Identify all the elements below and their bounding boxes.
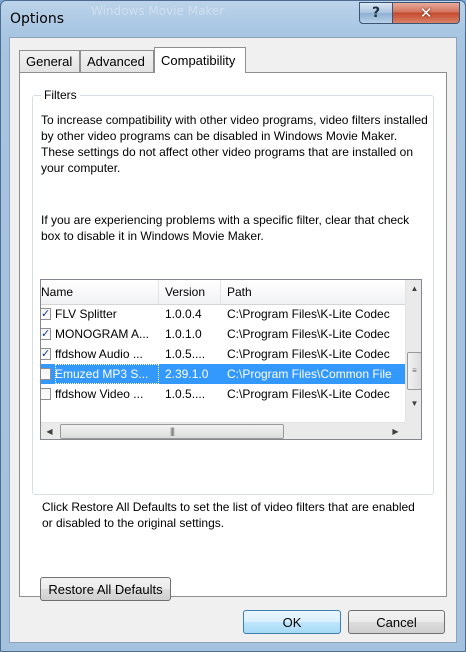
dialog-client-area: General Advanced Compatibility Filters T… (9, 37, 457, 643)
filter-checkbox[interactable] (41, 388, 51, 400)
vertical-scrollbar[interactable]: ▲ ≡ ▼ (405, 280, 421, 422)
cancel-button[interactable]: Cancel (348, 610, 445, 634)
filter-name: Emuzed MP3 S... (55, 364, 159, 384)
list-item[interactable]: ✓ MONOGRAM A... 1.0.1.0 C:\Program Files… (41, 324, 406, 344)
filter-version: 1.0.5.... (165, 347, 206, 361)
column-header-version[interactable]: Version (159, 280, 221, 304)
filter-name: ffdshow Video ... (55, 387, 144, 401)
filter-version: 1.0.5.... (165, 387, 206, 401)
grip-icon: ||| (169, 426, 175, 436)
vertical-scroll-thumb[interactable]: ≡ (407, 352, 421, 390)
restore-all-defaults-button[interactable]: Restore All Defaults (40, 577, 171, 601)
column-label: Name (41, 285, 74, 299)
compatibility-panel: Filters To increase compatibility with o… (19, 72, 447, 601)
filter-path: C:\Program Files\Common File (227, 367, 392, 381)
tab-advanced[interactable]: Advanced (80, 50, 154, 72)
filters-group: Filters To increase compatibility with o… (32, 88, 434, 495)
ok-button[interactable]: OK (243, 610, 341, 634)
close-icon: ✕ (419, 4, 433, 22)
column-label: Path (227, 285, 252, 299)
filter-name: ffdshow Audio ... (55, 347, 143, 361)
tab-label: General (26, 54, 73, 69)
restore-note-text: Click Restore All Defaults to set the li… (42, 500, 415, 530)
filter-checkbox[interactable]: ✓ (41, 308, 51, 320)
help-button[interactable]: ? (359, 2, 393, 24)
filter-checkbox[interactable] (41, 368, 51, 380)
column-header-name[interactable]: Name (41, 280, 159, 304)
help-icon: ? (371, 5, 381, 21)
close-button[interactable]: ✕ (392, 2, 460, 24)
horizontal-scrollbar[interactable]: ◀ ||| ▶ (41, 422, 405, 439)
list-item[interactable]: ✓ FLV Splitter 1.0.0.4 C:\Program Files\… (41, 304, 406, 324)
filter-version: 2.39.1.0 (165, 367, 209, 381)
filters-instructions-text: If you are experiencing problems with a … (41, 213, 410, 243)
list-item[interactable]: ✓ ffdshow Audio ... 1.0.5.... C:\Program… (41, 344, 406, 364)
scroll-left-icon[interactable]: ◀ (41, 423, 58, 439)
scroll-right-icon[interactable]: ▶ (387, 423, 404, 439)
scroll-down-icon[interactable]: ▼ (406, 395, 421, 412)
filter-path: C:\Program Files\K-Lite Codec (227, 327, 390, 341)
options-dialog-window: Windows Movie Maker Options ? ✕ General … (0, 0, 466, 652)
background-window-title: Windows Movie Maker (91, 4, 225, 18)
filter-path: C:\Program Files\K-Lite Codec (227, 387, 390, 401)
filter-version: 1.0.1.0 (165, 327, 202, 341)
tab-label: Compatibility (161, 53, 236, 68)
check-icon: ✓ (41, 308, 51, 320)
horizontal-scroll-thumb[interactable]: ||| (60, 424, 284, 439)
filter-checkbox[interactable]: ✓ (41, 328, 51, 340)
scrollbar-corner (405, 422, 421, 439)
list-item[interactable]: ffdshow Video ... 1.0.5.... C:\Program F… (41, 384, 406, 404)
filter-path: C:\Program Files\K-Lite Codec (227, 347, 390, 361)
column-header-path[interactable]: Path (221, 280, 406, 304)
tab-general[interactable]: General (19, 50, 80, 72)
filter-checkbox[interactable]: ✓ (41, 348, 51, 360)
filters-group-label: Filters (41, 88, 80, 102)
filters-intro-text: To increase compatibility with other vid… (41, 113, 428, 175)
check-icon: ✓ (41, 348, 51, 360)
filter-name: MONOGRAM A... (55, 327, 150, 341)
title-bar[interactable]: Windows Movie Maker Options ? ✕ (1, 1, 465, 37)
filters-list[interactable]: Name Version Path ✓ FLV Splitter 1.0.0.4… (40, 279, 422, 440)
list-item-selected[interactable]: Emuzed MP3 S... 2.39.1.0 C:\Program File… (41, 364, 406, 384)
filter-version: 1.0.0.4 (165, 307, 202, 321)
tab-label: Advanced (87, 54, 145, 69)
filter-path: C:\Program Files\K-Lite Codec (227, 307, 390, 321)
column-label: Version (165, 285, 206, 299)
grip-icon: ≡ (412, 366, 417, 375)
filter-name: FLV Splitter (55, 307, 117, 321)
tab-compatibility[interactable]: Compatibility (154, 47, 246, 73)
scroll-up-icon[interactable]: ▲ (406, 280, 421, 297)
check-icon: ✓ (41, 328, 51, 340)
list-header: Name Version Path (41, 280, 406, 305)
window-title: Options (10, 11, 65, 27)
